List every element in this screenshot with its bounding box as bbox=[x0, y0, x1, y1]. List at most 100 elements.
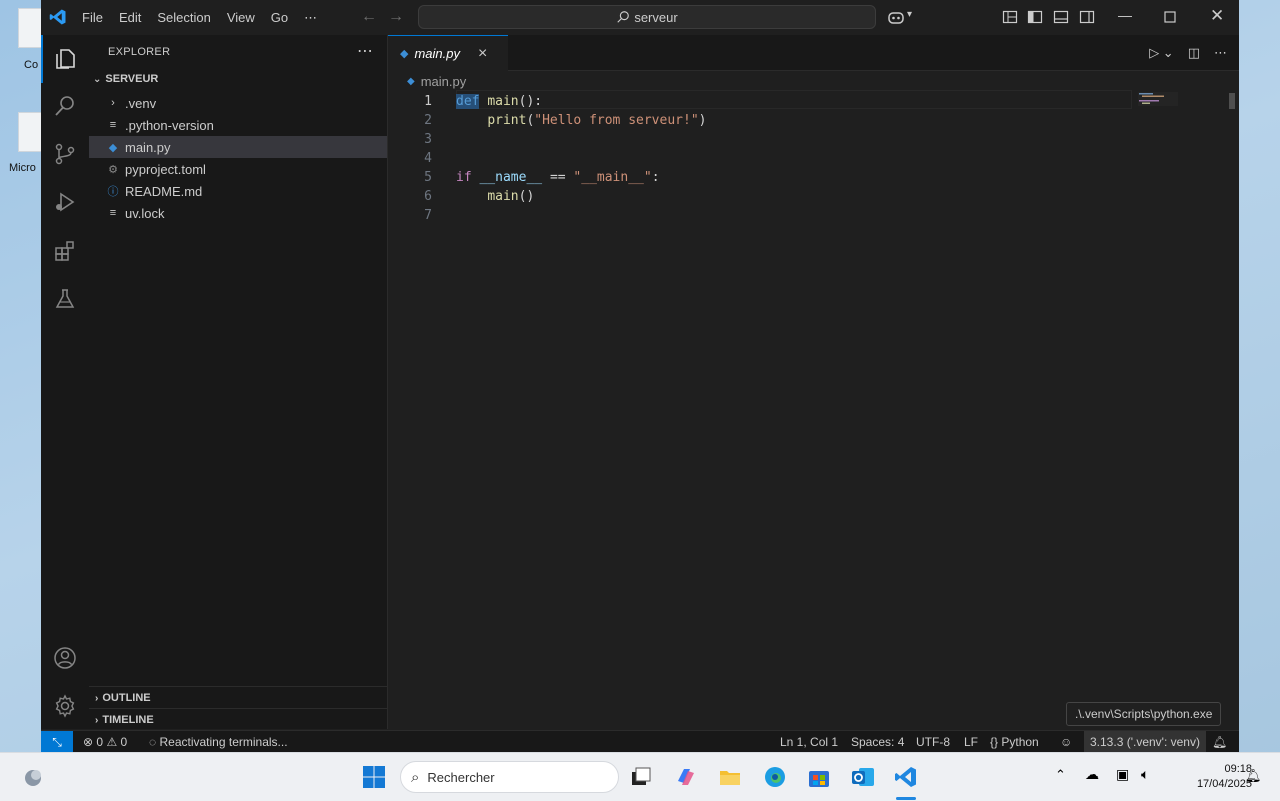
extensions-icon[interactable] bbox=[53, 239, 77, 263]
python-interpreter[interactable]: 3.13.3 ('.venv': venv) bbox=[1084, 731, 1206, 753]
windows-taskbar: ⌕ Rechercher ⌃ ☁ ▣ 🔈︎ 09:18 17/04/2025 🔔… bbox=[0, 752, 1280, 801]
split-editor-icon[interactable]: ◫ bbox=[1188, 45, 1200, 61]
edge-browser-icon[interactable] bbox=[763, 765, 787, 789]
outline-section[interactable]: › OUTLINE bbox=[89, 686, 387, 709]
volume-icon[interactable]: 🔈︎ bbox=[1141, 766, 1149, 783]
back-arrow-icon[interactable]: ← bbox=[361, 8, 377, 26]
editor-actions: ▷ ⌄ ◫ ⋯ bbox=[1149, 45, 1227, 61]
tree-item-venv[interactable]: › .venv bbox=[89, 92, 387, 114]
desktop-label-micro: Micro bbox=[9, 162, 36, 174]
start-windows-icon[interactable] bbox=[362, 765, 386, 789]
menu-edit[interactable]: Edit bbox=[111, 10, 149, 25]
desktop-icon-co[interactable] bbox=[18, 8, 42, 48]
desktop-icon-micro[interactable] bbox=[18, 112, 42, 152]
menu-bar: File Edit Selection View Go ⋯ bbox=[74, 0, 325, 35]
menu-selection[interactable]: Selection bbox=[149, 10, 218, 25]
language-mode[interactable]: {} Python bbox=[990, 735, 1039, 749]
menu-go[interactable]: Go bbox=[263, 10, 296, 25]
spinner-icon: ◌ bbox=[149, 735, 157, 749]
error-icon: ⊗ bbox=[83, 735, 94, 749]
python-icon: ◆ bbox=[407, 76, 415, 87]
warning-count: 0 bbox=[120, 735, 128, 749]
menu-more[interactable]: ⋯ bbox=[296, 10, 325, 26]
code-editor[interactable]: 1 def main(): 2 print("Hello from serveu… bbox=[388, 90, 1239, 729]
tree-item-label: .venv bbox=[125, 95, 157, 111]
file-explorer-icon[interactable] bbox=[718, 765, 742, 789]
toggle-primary-sidebar-icon[interactable] bbox=[1027, 9, 1043, 25]
tree-item-main-py[interactable]: ◆ main.py bbox=[89, 136, 387, 158]
files-icon bbox=[56, 49, 75, 69]
forward-arrow-icon[interactable]: → bbox=[388, 8, 404, 26]
explorer-view-button[interactable] bbox=[41, 35, 91, 83]
close-window-icon[interactable]: ✕ bbox=[1210, 6, 1224, 26]
encoding[interactable]: UTF-8 bbox=[916, 735, 950, 749]
tree-item-uv-lock[interactable]: ≡ uv.lock bbox=[89, 202, 387, 224]
toggle-secondary-sidebar-icon[interactable] bbox=[1079, 9, 1095, 25]
toggle-panel-icon[interactable] bbox=[1053, 9, 1069, 25]
breadcrumb: ◆ main.py bbox=[407, 74, 466, 89]
vscode-window: File Edit Selection View Go ⋯ ← → serveu… bbox=[41, 0, 1239, 753]
tree-item-label: uv.lock bbox=[125, 205, 165, 221]
run-python-file-icon[interactable]: ▷ ⌄ bbox=[1149, 45, 1174, 61]
line-number: 4 bbox=[424, 151, 432, 166]
cursor-position[interactable]: Ln 1, Col 1 bbox=[780, 735, 838, 749]
task-view-icon[interactable] bbox=[629, 765, 653, 789]
code-text: main() bbox=[487, 189, 535, 204]
clock-time: 09:18 bbox=[1224, 763, 1252, 775]
editor-more-actions-icon[interactable]: ⋯ bbox=[1214, 45, 1227, 61]
maximize-icon[interactable] bbox=[1164, 11, 1176, 23]
end-of-line[interactable]: LF bbox=[964, 735, 978, 749]
warning-icon: ⚠ bbox=[106, 735, 118, 749]
menu-file[interactable]: File bbox=[74, 10, 111, 25]
explorer-more-actions-icon[interactable]: ⋯ bbox=[357, 41, 373, 61]
breadcrumb-file[interactable]: main.py bbox=[421, 74, 467, 89]
network-icon[interactable]: ▣ bbox=[1116, 766, 1129, 783]
copilot-icon[interactable] bbox=[887, 9, 905, 25]
tree-item-label: .python-version bbox=[125, 117, 214, 133]
remote-indicator-icon[interactable]: ⤡ bbox=[41, 731, 73, 753]
onedrive-offline-icon[interactable]: ☁ bbox=[1085, 766, 1099, 783]
lines-icon: ≡ bbox=[109, 119, 117, 131]
timeline-section[interactable]: › TIMELINE bbox=[89, 708, 387, 731]
tree-item-readme[interactable]: ⓘ README.md bbox=[89, 180, 387, 202]
line-number: 3 bbox=[424, 132, 432, 147]
problems-indicator[interactable]: ⊗ 0 ⚠ 0 bbox=[83, 735, 127, 749]
customize-layout-icon[interactable] bbox=[1002, 9, 1018, 25]
code-line: 2 print("Hello from serveur!") bbox=[388, 111, 1178, 130]
tree-item-python-version[interactable]: ≡ .python-version bbox=[89, 114, 387, 136]
notifications-bell-icon[interactable]: 🔔︎ bbox=[1212, 735, 1227, 749]
minimize-icon[interactable]: — bbox=[1118, 7, 1132, 23]
minimap[interactable] bbox=[1138, 92, 1178, 106]
vscode-taskbar-icon[interactable] bbox=[894, 765, 918, 789]
tree-item-label: main.py bbox=[125, 139, 171, 155]
menu-view[interactable]: View bbox=[219, 10, 263, 25]
search-icon bbox=[617, 11, 630, 23]
tree-item-pyproject[interactable]: ⚙ pyproject.toml bbox=[89, 158, 387, 180]
testing-flask-icon[interactable] bbox=[53, 287, 77, 311]
manage-gear-icon[interactable] bbox=[53, 694, 77, 718]
taskbar-search[interactable]: ⌕ Rechercher bbox=[400, 761, 619, 793]
store-icon[interactable] bbox=[807, 765, 831, 789]
title-bar: File Edit Selection View Go ⋯ ← → serveu… bbox=[41, 0, 1239, 36]
widgets-weather-icon[interactable] bbox=[21, 765, 45, 789]
tab-main-py[interactable]: ◆ main.py × bbox=[388, 35, 508, 71]
copilot-chevron-down-icon[interactable]: ▾ bbox=[907, 9, 912, 20]
outlook-icon[interactable] bbox=[851, 765, 875, 789]
info-icon: ⓘ bbox=[107, 186, 119, 198]
show-hidden-icons-chevron-up-icon[interactable]: ⌃ bbox=[1055, 767, 1066, 783]
search-view-icon[interactable] bbox=[53, 94, 77, 118]
activity-status[interactable]: ◌ Reactivating terminals... bbox=[149, 735, 288, 749]
command-center[interactable]: serveur bbox=[418, 5, 876, 29]
folder-header-serveur[interactable]: ⌄ SERVEUR bbox=[93, 73, 158, 85]
copilot-status-icon[interactable]: ☺ bbox=[1060, 735, 1072, 749]
accounts-icon[interactable] bbox=[53, 646, 77, 670]
system-clock[interactable]: 09:18 17/04/2025 bbox=[1197, 762, 1252, 792]
copilot-app-icon[interactable] bbox=[674, 765, 698, 789]
vertical-scrollbar[interactable] bbox=[1229, 93, 1235, 109]
close-tab-icon[interactable]: × bbox=[478, 45, 487, 63]
code-text: print("Hello from serveur!") bbox=[487, 113, 707, 128]
notification-center-icon[interactable]: 🔔︎ bbox=[1245, 768, 1262, 784]
indentation[interactable]: Spaces: 4 bbox=[851, 735, 904, 749]
source-control-icon[interactable] bbox=[53, 142, 77, 166]
run-debug-icon[interactable] bbox=[53, 190, 77, 214]
